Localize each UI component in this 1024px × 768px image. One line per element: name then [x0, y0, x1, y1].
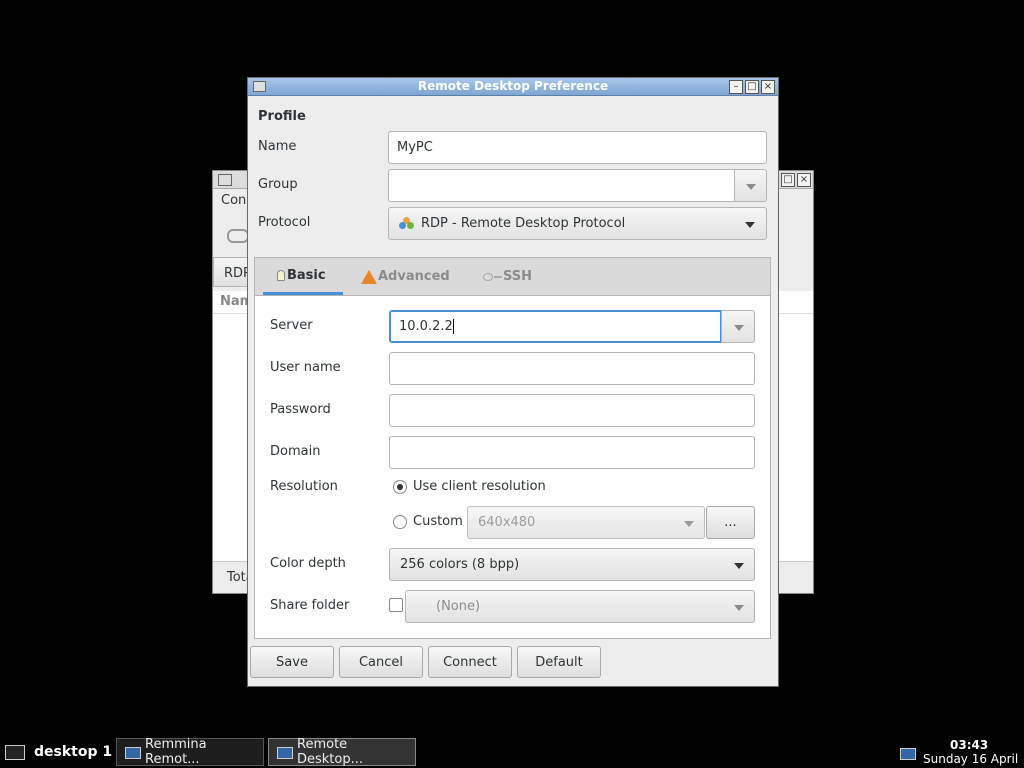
tab-advanced[interactable]: Advanced	[361, 258, 461, 295]
chevron-down-icon	[734, 325, 744, 331]
task-remmina-label: Remmina Remot...	[145, 737, 207, 767]
color-depth-select[interactable]: 256 colors (8 bpp)	[389, 548, 755, 581]
server-value: 10.0.2.2	[399, 319, 453, 334]
color-depth-label: Color depth	[270, 556, 346, 571]
clock-time[interactable]: 03:43	[950, 738, 988, 752]
save-button-label: Save	[276, 654, 308, 670]
default-button[interactable]: Default	[517, 646, 601, 678]
use-client-resolution-label[interactable]: Use client resolution	[413, 479, 546, 494]
desktop-label[interactable]: desktop 1	[34, 744, 112, 760]
tab-bar: Basic Advanced SSH	[255, 258, 770, 296]
clock-date[interactable]: Sunday 16 April	[923, 752, 1018, 766]
protocol-select[interactable]: RDP - Remote Desktop Protocol	[388, 207, 767, 240]
save-button[interactable]: Save	[250, 646, 334, 678]
custom-resolution-value: 640x480	[478, 515, 536, 530]
taskbar: desktop 1 Remmina Remot... Remote Deskto…	[0, 736, 1024, 768]
close-icon[interactable]: ×	[797, 173, 811, 187]
chevron-down-icon	[734, 605, 744, 611]
password-field[interactable]	[389, 394, 755, 427]
group-label: Group	[258, 177, 298, 192]
dialog-titlebar[interactable]: Remote Desktop Preference – □ ×	[248, 78, 778, 96]
default-button-label: Default	[535, 654, 583, 670]
chevron-down-icon	[746, 184, 756, 190]
tab-basic-label: Basic	[287, 267, 326, 283]
maximize-icon[interactable]: □	[745, 80, 759, 94]
name-label: Name	[258, 139, 297, 154]
app-icon	[218, 174, 232, 186]
task-preference-label: Remote Desktop...	[297, 737, 364, 767]
custom-resolution-select[interactable]: 640x480	[467, 506, 705, 539]
task-remote-desktop-preference[interactable]: Remote Desktop...	[268, 737, 416, 767]
protocol-label: Protocol	[258, 215, 311, 230]
share-folder-value: (None)	[436, 599, 481, 614]
minimize-icon[interactable]: –	[729, 80, 743, 94]
resolution-more-label: ...	[724, 515, 737, 530]
key-icon	[483, 272, 493, 281]
profile-heading: Profile	[258, 109, 306, 124]
toolbar-connect-icon[interactable]	[227, 229, 249, 243]
custom-resolution-label[interactable]: Custom	[413, 514, 463, 529]
share-folder-select[interactable]: (None)	[405, 590, 755, 623]
remmina-icon	[277, 747, 293, 759]
tab-basic[interactable]: Basic	[263, 258, 343, 295]
remmina-icon	[125, 747, 141, 759]
password-label: Password	[270, 402, 331, 417]
task-remmina-main[interactable]: Remmina Remot...	[116, 737, 264, 767]
menu-connection[interactable]: Con	[221, 193, 246, 208]
warning-icon	[361, 269, 377, 284]
desktop-switcher-icon[interactable]	[5, 745, 25, 760]
username-field[interactable]	[389, 352, 755, 385]
resolution-more-button[interactable]: ...	[706, 506, 755, 539]
server-label: Server	[270, 318, 313, 333]
rdp-plugin-icon	[399, 216, 415, 231]
maximize-icon[interactable]: □	[781, 173, 795, 187]
protocol-value: RDP - Remote Desktop Protocol	[421, 216, 626, 231]
custom-resolution-radio[interactable]	[393, 515, 407, 529]
connect-button-label: Connect	[443, 654, 497, 670]
domain-label: Domain	[270, 444, 321, 459]
close-icon[interactable]: ×	[761, 80, 775, 94]
share-folder-checkbox[interactable]	[389, 598, 403, 612]
name-field[interactable]: MyPC	[388, 131, 767, 164]
cancel-button-label: Cancel	[358, 654, 404, 670]
dialog-title: Remote Desktop Preference	[417, 79, 609, 93]
tab-ssh[interactable]: SSH	[483, 258, 543, 295]
cancel-button[interactable]: Cancel	[339, 646, 423, 678]
chevron-down-icon	[734, 563, 744, 569]
username-label: User name	[270, 360, 341, 375]
chevron-down-icon	[684, 521, 694, 527]
connect-button[interactable]: Connect	[428, 646, 512, 678]
server-field[interactable]: 10.0.2.2	[389, 310, 722, 343]
name-value: MyPC	[397, 140, 433, 155]
resolution-label: Resolution	[270, 479, 338, 494]
tab-ssh-label: SSH	[503, 269, 533, 284]
domain-field[interactable]	[389, 436, 755, 469]
text-cursor	[452, 319, 454, 334]
tab-advanced-label: Advanced	[378, 269, 450, 284]
color-depth-value: 256 colors (8 bpp)	[400, 557, 520, 572]
use-client-resolution-radio[interactable]	[393, 480, 407, 494]
chevron-down-icon	[745, 222, 755, 228]
group-dropdown-button[interactable]	[734, 169, 767, 202]
lightbulb-icon	[277, 269, 285, 281]
share-folder-label: Share folder	[270, 598, 350, 613]
group-field[interactable]	[388, 169, 735, 202]
remmina-tray-icon[interactable]	[900, 748, 916, 760]
server-dropdown-button[interactable]	[721, 310, 755, 343]
